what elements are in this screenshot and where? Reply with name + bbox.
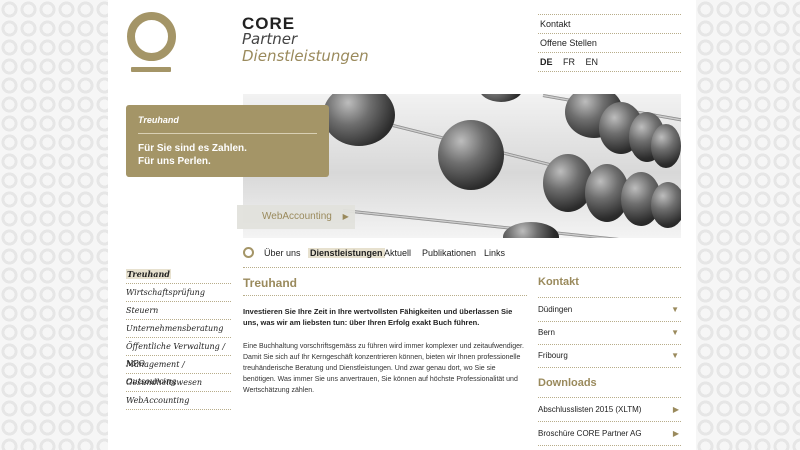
- nav-ueber-uns[interactable]: Über uns: [264, 248, 301, 258]
- divider: [538, 367, 681, 368]
- download-abschlusslisten[interactable]: Abschlusslisten 2015 (XLTM) ▶: [538, 404, 681, 416]
- top-links: Kontakt Offene Stellen DE FR EN: [538, 14, 681, 72]
- brand-partner: Partner: [242, 30, 298, 48]
- divider: [538, 445, 681, 446]
- sidebar-item-treuhand[interactable]: Treuhand: [126, 266, 231, 284]
- slogan-line-2: Für uns Perlen.: [138, 156, 211, 167]
- download-label: Abschlusslisten 2015 (XLTM): [538, 405, 642, 414]
- webaccounting-label: WebAccounting: [262, 211, 332, 222]
- location-label: Fribourg: [538, 351, 568, 360]
- downloads-divider: [538, 397, 681, 398]
- teaser-slogan: Für Sie sind es Zahlen. Für uns Perlen.: [138, 142, 247, 168]
- language-switcher: DE FR EN: [538, 53, 681, 72]
- slogan-line-1: Für Sie sind es Zahlen.: [138, 143, 247, 154]
- sidebar-item-label: Treuhand: [126, 269, 171, 279]
- logo-ring-icon: [127, 12, 176, 61]
- main-nav: Über uns Dienstleistungen Aktuell Publik…: [243, 245, 681, 268]
- sidebar-item-unternehmensberatung[interactable]: Unternehmensberatung: [126, 320, 231, 338]
- download-broschuere[interactable]: Broschüre CORE Partner AG ▶: [538, 428, 681, 440]
- brand-dienstleistungen: Dienstleistungen: [242, 47, 369, 65]
- arrow-right-icon: ▶: [342, 212, 349, 221]
- abacus-bead: [323, 94, 395, 146]
- nav-publikationen[interactable]: Publikationen: [422, 248, 476, 258]
- title-divider: [243, 295, 527, 297]
- treuhand-teaser: Treuhand Für Sie sind es Zahlen. Für uns…: [126, 105, 329, 177]
- link-offene-stellen[interactable]: Offene Stellen: [538, 34, 681, 53]
- location-label: Bern: [538, 328, 555, 337]
- divider: [538, 421, 681, 422]
- logo-bar-icon: [131, 67, 171, 72]
- sidebar-item-steuern[interactable]: Steuern: [126, 302, 231, 320]
- location-duedingen[interactable]: Düdingen ▼: [538, 304, 681, 316]
- lang-en[interactable]: EN: [586, 57, 599, 67]
- link-kontakt[interactable]: Kontakt: [538, 14, 681, 34]
- abacus-bead: [438, 120, 504, 190]
- triangle-right-icon: ▶: [672, 429, 679, 438]
- sidebar-item-gesundheitswesen[interactable]: Gesundheitswesen: [126, 374, 231, 392]
- sidebar-item-webaccounting[interactable]: WebAccounting: [126, 392, 231, 410]
- divider: [538, 344, 681, 345]
- abacus-bead: [651, 182, 681, 228]
- lang-de[interactable]: DE: [540, 57, 553, 67]
- location-bern[interactable]: Bern ▼: [538, 327, 681, 339]
- nav-aktuell[interactable]: Aktuell: [384, 248, 411, 258]
- teaser-divider: [138, 133, 317, 134]
- abacus-bead: [651, 124, 681, 168]
- page-title: Treuhand: [243, 276, 298, 290]
- triangle-right-icon: ▶: [672, 405, 679, 414]
- home-ring-icon[interactable]: [243, 247, 254, 258]
- abacus-bead: [503, 222, 559, 238]
- triangle-down-icon: ▼: [671, 305, 679, 314]
- location-fribourg[interactable]: Fribourg ▼: [538, 350, 681, 362]
- download-label: Broschüre CORE Partner AG: [538, 429, 642, 438]
- sidebar-item-oeffentliche-verwaltung[interactable]: Öffentliche Verwaltung / NPO: [126, 338, 231, 368]
- body-paragraph: Eine Buchhaltung vorschriftsgemäss zu fü…: [243, 343, 524, 394]
- sidebar-item-wirtschaftspruefung[interactable]: Wirtschaftsprüfung: [126, 284, 231, 302]
- abacus-bead: [479, 94, 523, 102]
- background-pattern-left: [0, 0, 108, 450]
- kontakt-divider: [538, 297, 681, 298]
- triangle-down-icon: ▼: [671, 328, 679, 337]
- lang-fr[interactable]: FR: [563, 57, 575, 67]
- background-pattern-right: [696, 0, 800, 450]
- sidebar-item-management[interactable]: Management / Outsourcing: [126, 356, 231, 386]
- nav-links[interactable]: Links: [484, 248, 505, 258]
- webaccounting-button[interactable]: WebAccounting ▶: [237, 205, 355, 229]
- nav-dienstleistungen[interactable]: Dienstleistungen: [308, 248, 385, 258]
- divider: [538, 321, 681, 322]
- downloads-title: Downloads: [538, 377, 597, 389]
- teaser-title: Treuhand: [138, 115, 179, 125]
- sidebar: Treuhand Wirtschaftsprüfung Steuern Unte…: [126, 266, 231, 410]
- lead-paragraph: Investieren Sie Ihre Zeit in Ihre wertvo…: [243, 307, 513, 327]
- triangle-down-icon: ▼: [671, 351, 679, 360]
- kontakt-title: Kontakt: [538, 276, 579, 288]
- location-label: Düdingen: [538, 305, 573, 314]
